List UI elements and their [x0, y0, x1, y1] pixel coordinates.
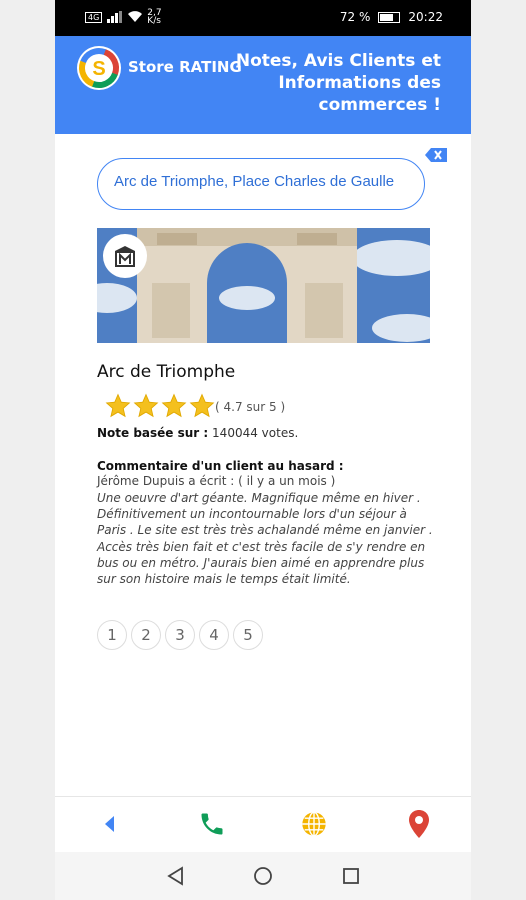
comment-heading: Commentaire d'un client au hasard :: [97, 459, 344, 473]
phone-screen: 4G 2,7 K/s 72 % 20:22 S Store RATING Not…: [55, 0, 471, 900]
page-button-5[interactable]: 5: [233, 620, 263, 650]
star-icon: [133, 393, 159, 418]
svg-text:S: S: [92, 58, 105, 80]
app-header: S Store RATING Notes, Avis Clients et In…: [55, 36, 471, 134]
comment-author: Jérôme Dupuis a écrit : ( il y a un mois…: [97, 474, 336, 488]
system-nav-bar: [55, 852, 471, 900]
action-bar: [55, 797, 471, 852]
header-tagline: Notes, Avis Clients et Informations des …: [235, 51, 441, 115]
place-photo: [97, 228, 430, 343]
comment-text: Une oeuvre d'art géante. Magnifique même…: [97, 491, 433, 587]
page-button-4[interactable]: 4: [199, 620, 229, 650]
nav-home-icon[interactable]: [252, 865, 274, 887]
clear-search-icon[interactable]: [425, 148, 447, 162]
votes-label: Note basée sur :: [97, 426, 209, 440]
back-arrow-icon[interactable]: [92, 807, 126, 841]
signal-icon: [107, 11, 123, 23]
votes-line: Note basée sur : 140044 votes.: [97, 426, 298, 440]
brand-prefix: Store: [128, 58, 174, 76]
status-bar: 4G 2,7 K/s 72 % 20:22: [55, 0, 471, 36]
wifi-icon: [128, 11, 143, 22]
app-logo-icon: S: [77, 46, 121, 90]
search-box[interactable]: [97, 158, 425, 210]
comment-pager: 1 2 3 4 5: [97, 620, 263, 650]
nav-back-icon[interactable]: [165, 865, 187, 887]
battery-icon: [378, 11, 401, 23]
star-icon: [161, 393, 187, 418]
globe-icon[interactable]: [297, 807, 331, 841]
page-button-3[interactable]: 3: [165, 620, 195, 650]
place-name: Arc de Triomphe: [97, 362, 236, 382]
star-icon: [105, 393, 131, 418]
clock: 20:22: [408, 10, 443, 24]
rating-stars: [105, 393, 215, 419]
page-button-2[interactable]: 2: [131, 620, 161, 650]
rating-value: ( 4.7 sur 5 ): [215, 400, 286, 414]
phone-icon[interactable]: [195, 807, 229, 841]
network-badge: 4G: [85, 11, 103, 23]
monument-icon: [103, 234, 147, 278]
votes-value: 140044 votes.: [212, 426, 299, 440]
search-input[interactable]: [114, 173, 410, 190]
network-speed: 2,7 K/s: [147, 8, 162, 26]
page-button-1[interactable]: 1: [97, 620, 127, 650]
map-pin-icon[interactable]: [402, 807, 436, 841]
battery-percent: 72 %: [339, 10, 371, 24]
nav-recents-icon[interactable]: [340, 865, 362, 887]
star-icon: [189, 393, 215, 418]
